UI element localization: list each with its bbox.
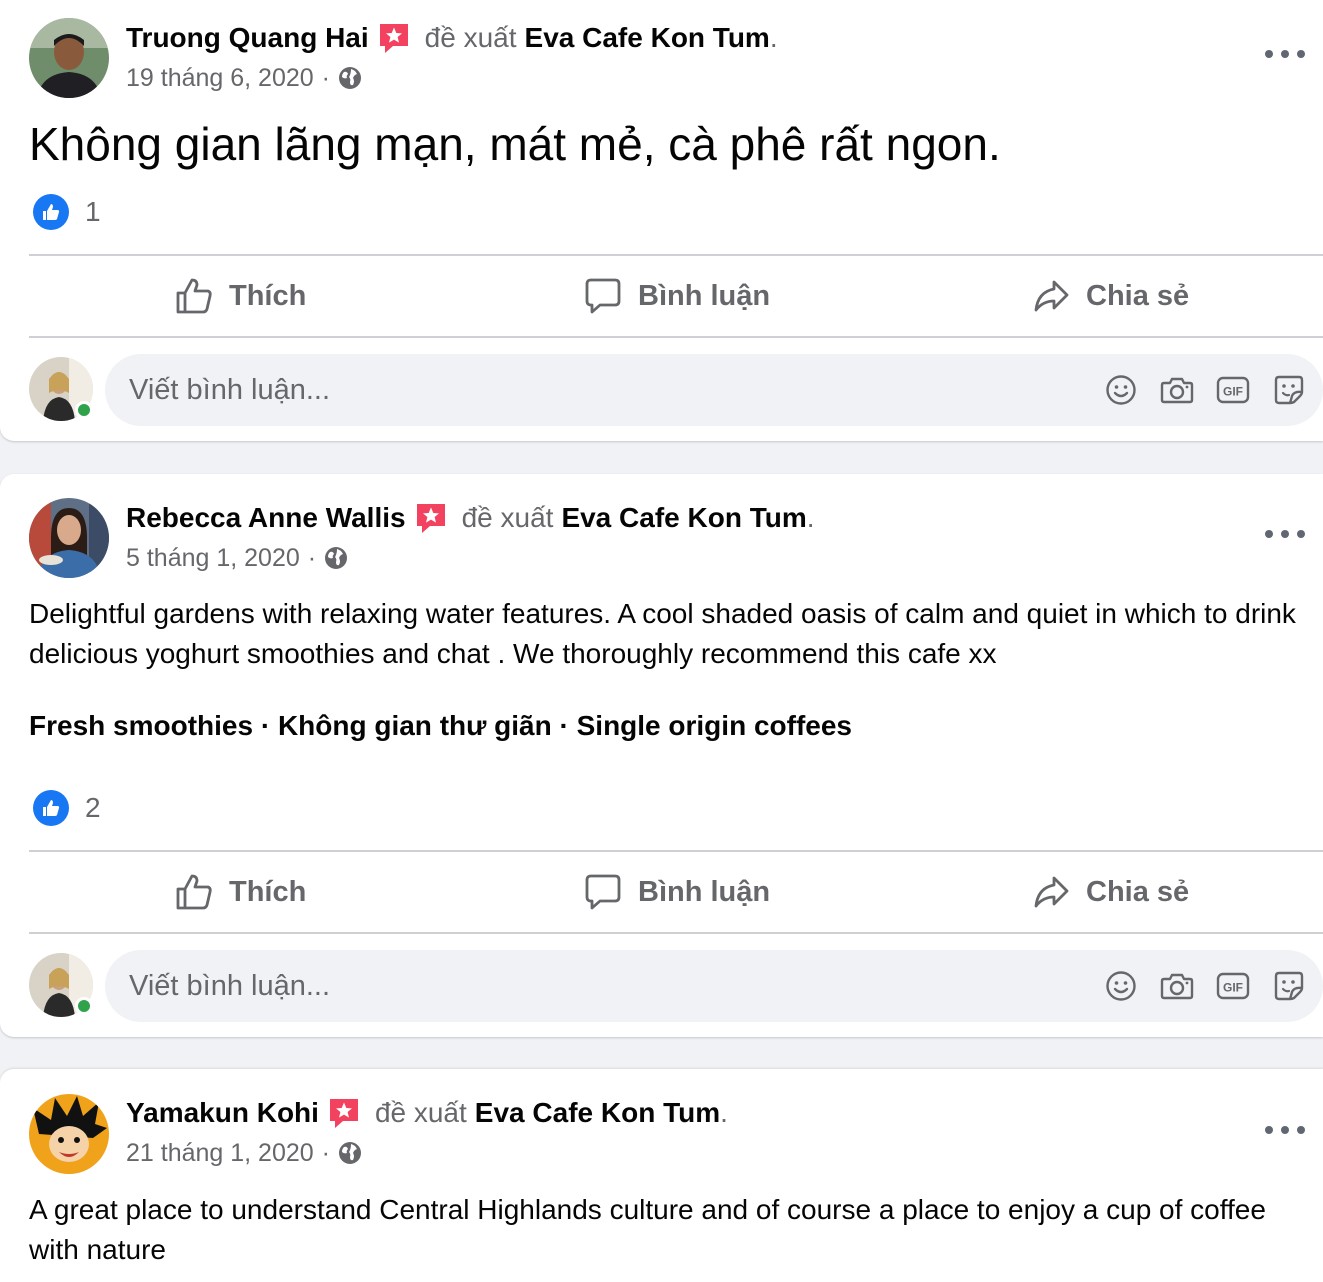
post-date[interactable]: 19 tháng 6, 2020 [126,62,314,94]
comment-button[interactable]: Bình luận [584,256,770,336]
divider [29,336,1323,338]
recommend-star-icon [414,501,448,535]
online-status-dot [75,401,93,419]
post-header: Yamakun Kohi đề xuất Eva Cafe Kon Tum . … [126,1095,728,1169]
more-options-icon[interactable] [1265,524,1305,544]
comment-label: Bình luận [638,279,771,312]
online-status-dot [75,997,93,1015]
like-count: 1 [85,196,101,227]
post-actions: Thích Bình luận Chia sẻ [29,256,1323,336]
more-options-icon[interactable] [1265,1120,1305,1140]
like-label: Thích [229,279,307,312]
share-label: Chia sẻ [1086,875,1190,908]
comment-bubble-icon [585,874,621,910]
post-text: A great place to understand Central High… [29,1194,1266,1265]
like-reaction-icon [33,790,69,826]
author-name[interactable]: Rebecca Anne Wallis [126,500,406,536]
page-name[interactable]: Eva Cafe Kon Tum [525,20,770,56]
share-button[interactable]: Chia sẻ [1032,256,1189,336]
comment-bubble-icon [585,278,621,314]
sticker-icon[interactable] [1271,968,1307,1004]
recommends-label: đề xuất [424,22,517,53]
recommendation-tags: Fresh smoothies · Không gian thư giãn · … [29,710,852,741]
comment-label: Bình luận [638,875,771,908]
page-name[interactable]: Eva Cafe Kon Tum [475,1095,720,1131]
like-button[interactable]: Thích [175,256,306,336]
camera-icon[interactable] [1159,372,1195,408]
comment-input[interactable]: Viết bình luận... GIF [105,950,1323,1022]
post-text: Delightful gardens with relaxing water f… [29,598,1296,669]
smiley-icon[interactable] [1103,372,1139,408]
date-separator: · [321,64,330,92]
author-avatar[interactable] [29,18,109,98]
globe-icon [338,66,362,90]
period: . [769,22,778,53]
recommends-label: đề xuất [374,1097,467,1128]
like-reaction-icon [33,194,69,230]
recommend-star-icon [327,1096,361,1130]
share-arrow-icon [1034,280,1069,312]
post-date[interactable]: 21 tháng 1, 2020 [126,1137,314,1169]
divider [29,932,1323,934]
gif-icon[interactable]: GIF [1215,372,1251,408]
comment-composer: Viết bình luận... GIF [29,354,1323,426]
thumbs-up-icon [176,278,212,314]
reactions-summary[interactable]: 1 [33,194,101,230]
post-card: Truong Quang Hai đề xuất Eva Cafe Kon Tu… [0,0,1323,441]
author-name[interactable]: Truong Quang Hai [126,20,369,56]
sticker-icon[interactable] [1271,372,1307,408]
comment-composer: Viết bình luận... GIF [29,950,1323,1022]
author-name[interactable]: Yamakun Kohi [126,1095,319,1131]
more-options-icon[interactable] [1265,44,1305,64]
period: . [806,502,815,533]
date-separator: · [307,544,317,572]
author-avatar[interactable] [29,498,109,578]
thumbs-up-icon [176,874,212,910]
post-text: Không gian lãng mạn, mát mẻ, cà phê rất … [29,118,1001,170]
camera-icon[interactable] [1159,968,1195,1004]
reactions-summary[interactable]: 2 [33,790,101,826]
like-label: Thích [229,875,307,908]
post-date[interactable]: 5 tháng 1, 2020 [126,542,300,574]
globe-icon [324,546,348,570]
current-user-avatar[interactable] [29,953,93,1017]
smiley-icon[interactable] [1103,968,1139,1004]
page-name[interactable]: Eva Cafe Kon Tum [561,500,806,536]
period: . [720,1097,728,1128]
current-user-avatar[interactable] [29,357,93,421]
share-button[interactable]: Chia sẻ [1032,852,1189,932]
comment-input[interactable]: Viết bình luận... GIF [105,354,1323,426]
post-header: Truong Quang Hai đề xuất Eva Cafe Kon Tu… [126,20,778,94]
svg-text:GIF: GIF [1223,385,1243,399]
svg-text:GIF: GIF [1223,981,1243,995]
date-separator: · [321,1139,330,1167]
comment-placeholder: Viết bình luận... [129,373,331,406]
comment-button[interactable]: Bình luận [584,852,770,932]
post-card: Rebecca Anne Wallis đề xuất Eva Cafe Kon… [0,474,1323,1037]
post-header: Rebecca Anne Wallis đề xuất Eva Cafe Kon… [126,500,815,574]
share-arrow-icon [1034,876,1069,908]
gif-icon[interactable]: GIF [1215,968,1251,1004]
share-label: Chia sẻ [1086,279,1190,312]
globe-icon [338,1141,362,1165]
post-card: Yamakun Kohi đề xuất Eva Cafe Kon Tum . … [0,1069,1323,1282]
like-button[interactable]: Thích [175,852,306,932]
post-actions: Thích Bình luận Chia sẻ [29,852,1323,932]
author-avatar[interactable] [29,1094,109,1174]
comment-placeholder: Viết bình luận... [129,969,331,1002]
recommends-label: đề xuất [461,502,554,533]
recommend-star-icon [377,21,411,55]
like-count: 2 [85,792,101,823]
